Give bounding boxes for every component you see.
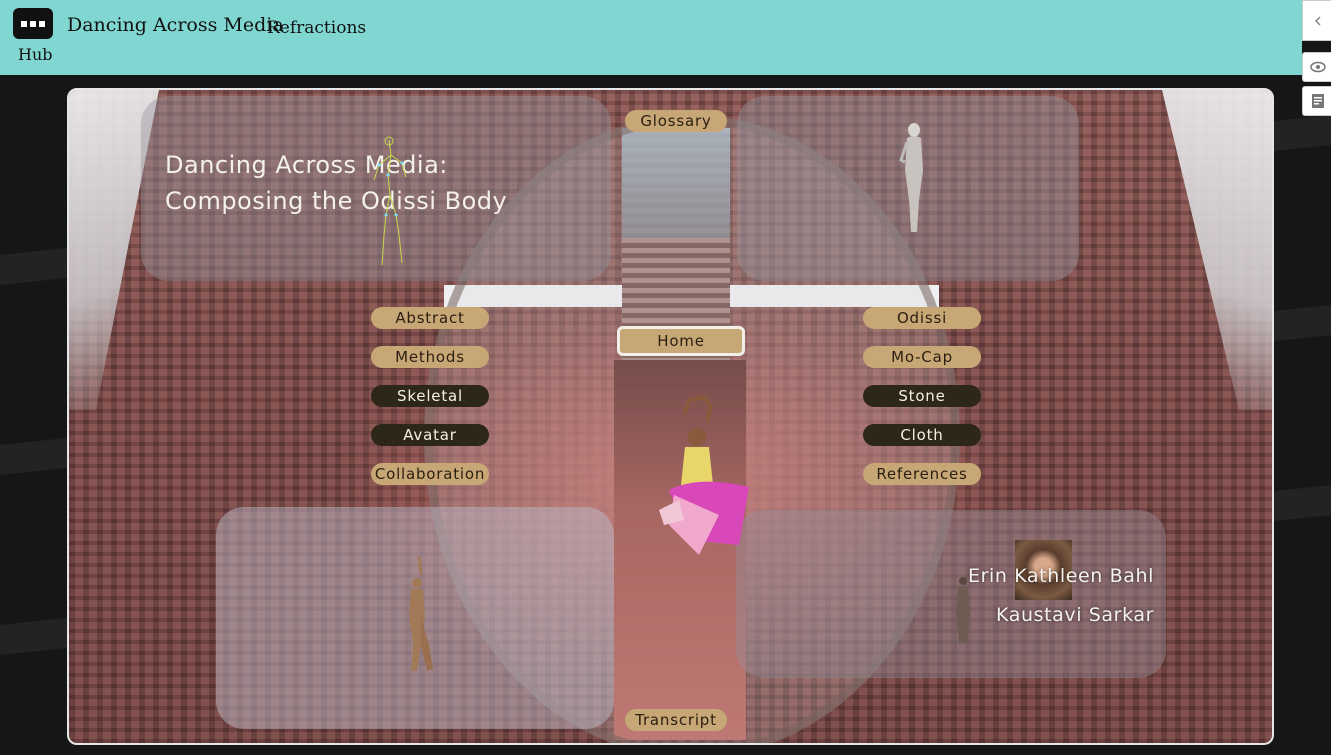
nav-transcript[interactable]: Transcript [625,709,727,731]
hub-label[interactable]: Hub [18,45,53,64]
top-bar: Dancing Across Media Refractions Hub [0,0,1302,75]
app-title[interactable]: Dancing Across Media [67,14,284,36]
sky-right [1162,90,1272,410]
document-icon [1311,94,1324,108]
notes-button[interactable] [1302,86,1331,116]
chevron-left-icon [1314,15,1321,26]
nav-cloth[interactable]: Cloth [863,424,981,446]
nav-skeletal[interactable]: Skeletal [371,385,489,407]
eye-icon [1309,61,1326,73]
nav-references[interactable]: References [863,463,981,485]
visibility-button[interactable] [1302,52,1331,82]
nav-odissi[interactable]: Odissi [863,307,981,329]
nav-abstract[interactable]: Abstract [371,307,489,329]
author-name[interactable]: Erin Kathleen Bahl [968,565,1154,587]
nav-avatar[interactable]: Avatar [371,424,489,446]
nav-mo-cap[interactable]: Mo-Cap [863,346,981,368]
menu-button[interactable] [13,8,53,39]
main-frame: Dancing Across Media: Composing the Odis… [67,88,1274,745]
dot-icon [21,20,27,27]
author-name[interactable]: Kaustavi Sarkar [996,604,1154,626]
main-title: Dancing Across Media: Composing the Odis… [165,147,507,219]
skeletal-figure [373,136,407,266]
dot-icon [39,20,45,27]
nav-collaboration[interactable]: Collaboration [371,463,489,485]
nav-stone[interactable]: Stone [863,385,981,407]
nav-home[interactable]: Home [617,326,745,356]
main-title-line-1: Dancing Across Media: [165,151,448,179]
main-title-line-2: Composing the Odissi Body [165,187,508,215]
app-subtitle[interactable]: Refractions [267,18,366,38]
dot-icon [30,20,36,27]
dancer-figure [659,395,749,555]
stone-figure [899,123,923,232]
avatar-figure [409,556,433,671]
nav-methods[interactable]: Methods [371,346,489,368]
nav-glossary[interactable]: Glossary [625,110,727,132]
collapse-button[interactable] [1302,0,1331,41]
